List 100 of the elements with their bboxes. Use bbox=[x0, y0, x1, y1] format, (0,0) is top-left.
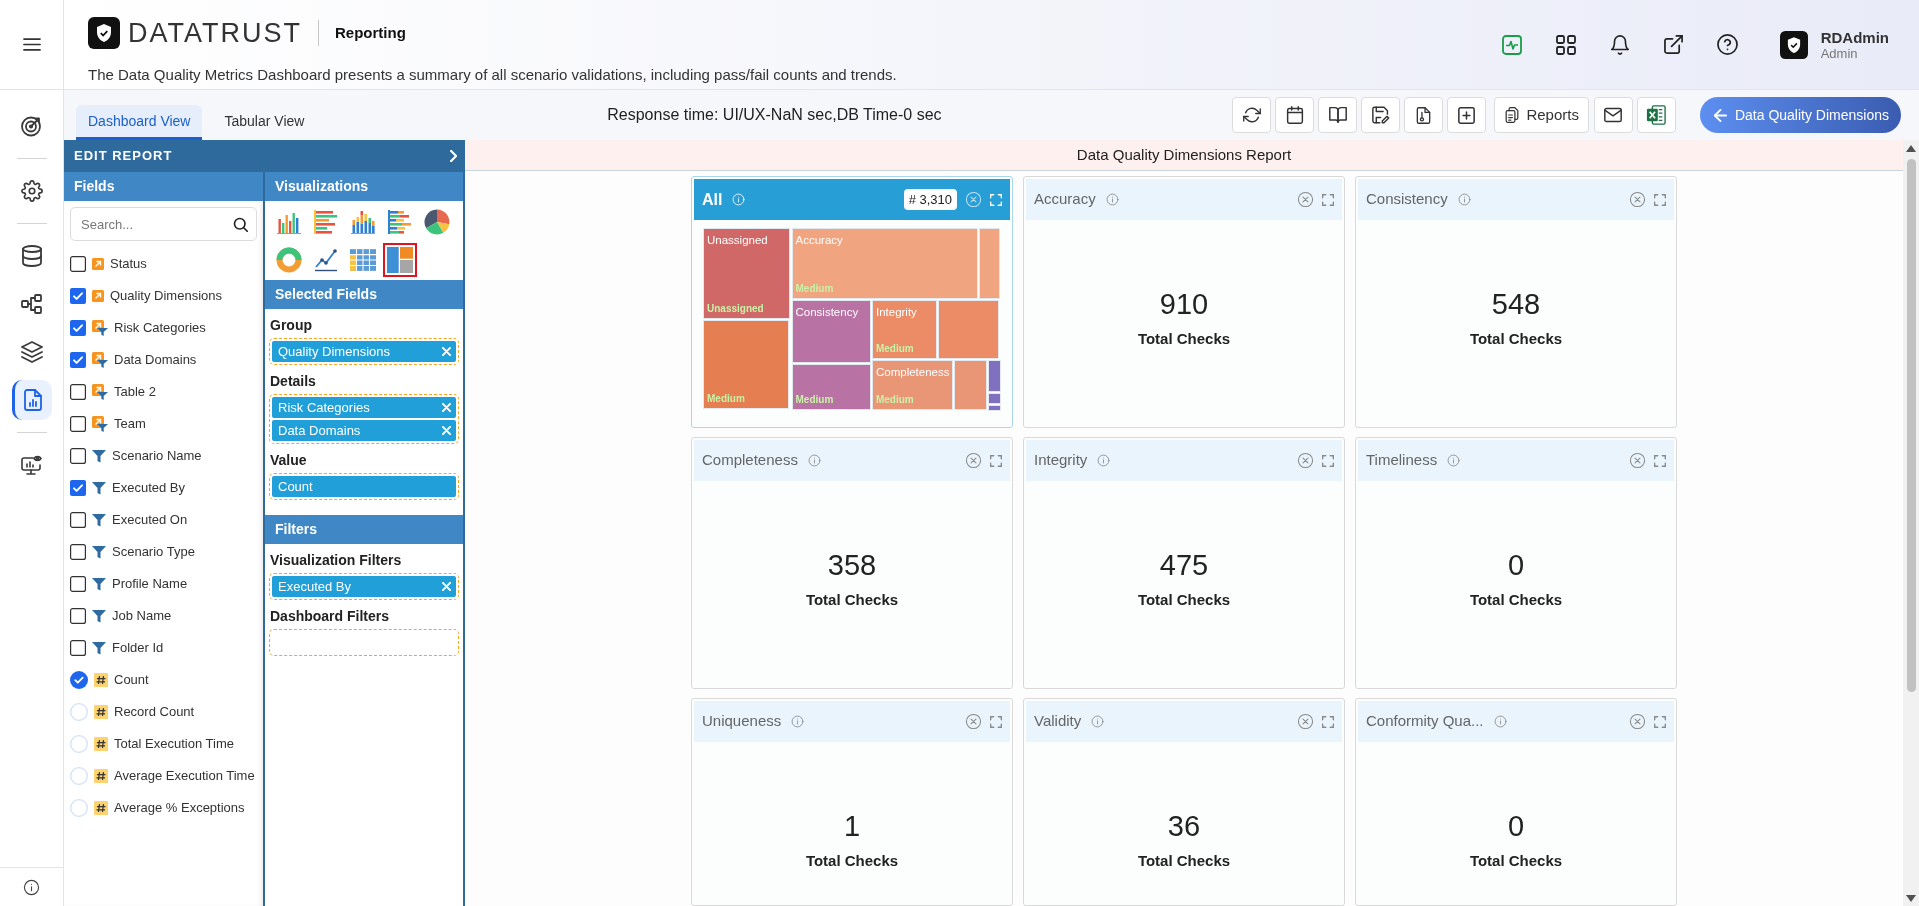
checkbox[interactable] bbox=[70, 608, 86, 624]
treemap-tile[interactable] bbox=[979, 228, 1001, 299]
close-icon[interactable] bbox=[1297, 191, 1314, 208]
close-icon[interactable] bbox=[965, 713, 982, 730]
checkbox[interactable] bbox=[70, 256, 86, 272]
notifications-icon[interactable] bbox=[1609, 34, 1630, 55]
treemap-tile[interactable] bbox=[988, 393, 1001, 405]
apps-grid-icon[interactable] bbox=[1555, 34, 1576, 55]
treemap-tile[interactable]: Unassigned Unassigned bbox=[703, 228, 791, 319]
fullscreen-icon[interactable] bbox=[1322, 715, 1334, 728]
close-icon[interactable] bbox=[1629, 452, 1646, 469]
tab[interactable]: Tabular View bbox=[212, 105, 317, 140]
checkbox[interactable] bbox=[70, 448, 86, 464]
book-button[interactable] bbox=[1318, 97, 1358, 133]
radio-button[interactable] bbox=[70, 735, 88, 753]
chart-document-icon bbox=[22, 389, 44, 411]
remove-icon[interactable] bbox=[442, 582, 451, 591]
checkbox[interactable] bbox=[70, 384, 86, 400]
fullscreen-icon[interactable] bbox=[1654, 193, 1666, 206]
fullscreen-icon[interactable] bbox=[990, 454, 1002, 467]
calendar-button[interactable] bbox=[1275, 97, 1315, 133]
field-label[interactable]: Scenario Name bbox=[112, 446, 202, 466]
nav-item[interactable] bbox=[11, 380, 52, 420]
checkbox[interactable] bbox=[70, 576, 86, 592]
remove-icon[interactable] bbox=[442, 347, 451, 356]
treemap-tile[interactable] bbox=[937, 299, 1000, 360]
fullscreen-icon[interactable] bbox=[1322, 454, 1334, 467]
field-label[interactable]: Team bbox=[114, 414, 146, 434]
field-label[interactable]: Risk Categories bbox=[114, 318, 206, 338]
remove-icon[interactable] bbox=[442, 426, 451, 435]
spreadsheet-button[interactable] bbox=[1636, 97, 1676, 133]
field-label[interactable]: Quality Dimensions bbox=[110, 286, 222, 306]
radio-button[interactable] bbox=[70, 767, 88, 785]
save-edit-button[interactable] bbox=[1361, 97, 1401, 133]
mail-button[interactable] bbox=[1593, 97, 1633, 133]
radio-button[interactable] bbox=[70, 671, 88, 689]
treemap-tile[interactable] bbox=[954, 359, 988, 411]
close-icon[interactable] bbox=[1629, 713, 1646, 730]
close-icon[interactable] bbox=[1297, 452, 1314, 469]
scroll-down-icon[interactable] bbox=[1906, 895, 1916, 902]
activity-icon[interactable] bbox=[1501, 34, 1522, 55]
card-title: Timeliness bbox=[1366, 450, 1438, 471]
radio-button[interactable] bbox=[70, 799, 88, 817]
field-label[interactable]: Scenario Type bbox=[112, 542, 195, 562]
treemap-tile[interactable] bbox=[988, 359, 1001, 393]
metric-value: 36 bbox=[1167, 809, 1201, 844]
field-label[interactable]: Profile Name bbox=[112, 574, 188, 594]
document-button[interactable] bbox=[1404, 97, 1444, 133]
fullscreen-icon[interactable] bbox=[1654, 715, 1666, 728]
remove-icon[interactable] bbox=[442, 403, 451, 412]
checkbox[interactable] bbox=[70, 288, 86, 304]
save-edit-icon bbox=[1371, 106, 1390, 124]
treemap-tile[interactable]: Consistency bbox=[791, 299, 872, 364]
checkbox[interactable] bbox=[70, 512, 86, 528]
scroll-up-icon[interactable] bbox=[1906, 145, 1916, 152]
tab[interactable]: Dashboard View bbox=[76, 105, 203, 140]
close-icon[interactable] bbox=[965, 452, 982, 469]
checkbox[interactable] bbox=[70, 544, 86, 560]
field-label[interactable]: Folder Id bbox=[112, 638, 164, 658]
group-label: Visualization Filters bbox=[270, 551, 403, 569]
reports-button[interactable]: Reports bbox=[1494, 97, 1589, 133]
fullscreen-icon[interactable] bbox=[990, 715, 1002, 728]
fullscreen-icon[interactable] bbox=[1654, 454, 1666, 467]
treemap-tile[interactable] bbox=[988, 404, 1001, 411]
back-button[interactable]: Data Quality Dimensions bbox=[1699, 97, 1901, 133]
scrollbar-thumb[interactable] bbox=[1906, 159, 1916, 692]
tile-sublabel: Medium bbox=[875, 343, 914, 356]
field-label[interactable]: Average % Exceptions bbox=[114, 798, 245, 818]
menu-icon[interactable] bbox=[22, 38, 41, 51]
checkbox[interactable] bbox=[70, 640, 86, 656]
arrow-square-icon bbox=[92, 290, 104, 302]
treemap-icon[interactable] bbox=[383, 243, 417, 277]
field-label[interactable]: Status bbox=[110, 254, 147, 274]
add-button[interactable] bbox=[1447, 97, 1487, 133]
avatar-icon[interactable] bbox=[1779, 30, 1808, 59]
fullscreen-icon[interactable] bbox=[1322, 193, 1334, 206]
field-label[interactable]: Table 2 bbox=[114, 382, 156, 402]
search-field[interactable]: Search... bbox=[70, 207, 257, 241]
refresh-button[interactable] bbox=[1232, 97, 1272, 133]
close-icon[interactable] bbox=[1629, 191, 1646, 208]
help-icon[interactable] bbox=[1716, 34, 1738, 55]
field-label[interactable]: Total Execution Time bbox=[114, 734, 234, 754]
field-label[interactable]: Record Count bbox=[114, 702, 195, 722]
field-label[interactable]: Executed On bbox=[112, 510, 188, 530]
radio-button[interactable] bbox=[70, 703, 88, 721]
close-icon[interactable] bbox=[1297, 713, 1314, 730]
field-label[interactable]: Average Execution Time bbox=[114, 766, 255, 786]
open-external-icon[interactable] bbox=[1663, 35, 1683, 54]
field-label[interactable]: Executed By bbox=[112, 478, 185, 498]
field-label[interactable]: Job Name bbox=[112, 606, 172, 626]
chevron-right-icon[interactable] bbox=[450, 150, 457, 162]
checkbox[interactable] bbox=[70, 320, 86, 336]
search-icon[interactable] bbox=[233, 217, 248, 232]
checkbox[interactable] bbox=[70, 352, 86, 368]
field-label[interactable]: Data Domains bbox=[114, 350, 197, 370]
info-icon[interactable] bbox=[23, 878, 40, 896]
checkbox[interactable] bbox=[70, 480, 86, 496]
checkbox[interactable] bbox=[70, 416, 86, 432]
field-label[interactable]: Count bbox=[114, 670, 149, 690]
scrollbar[interactable] bbox=[1903, 140, 1919, 906]
